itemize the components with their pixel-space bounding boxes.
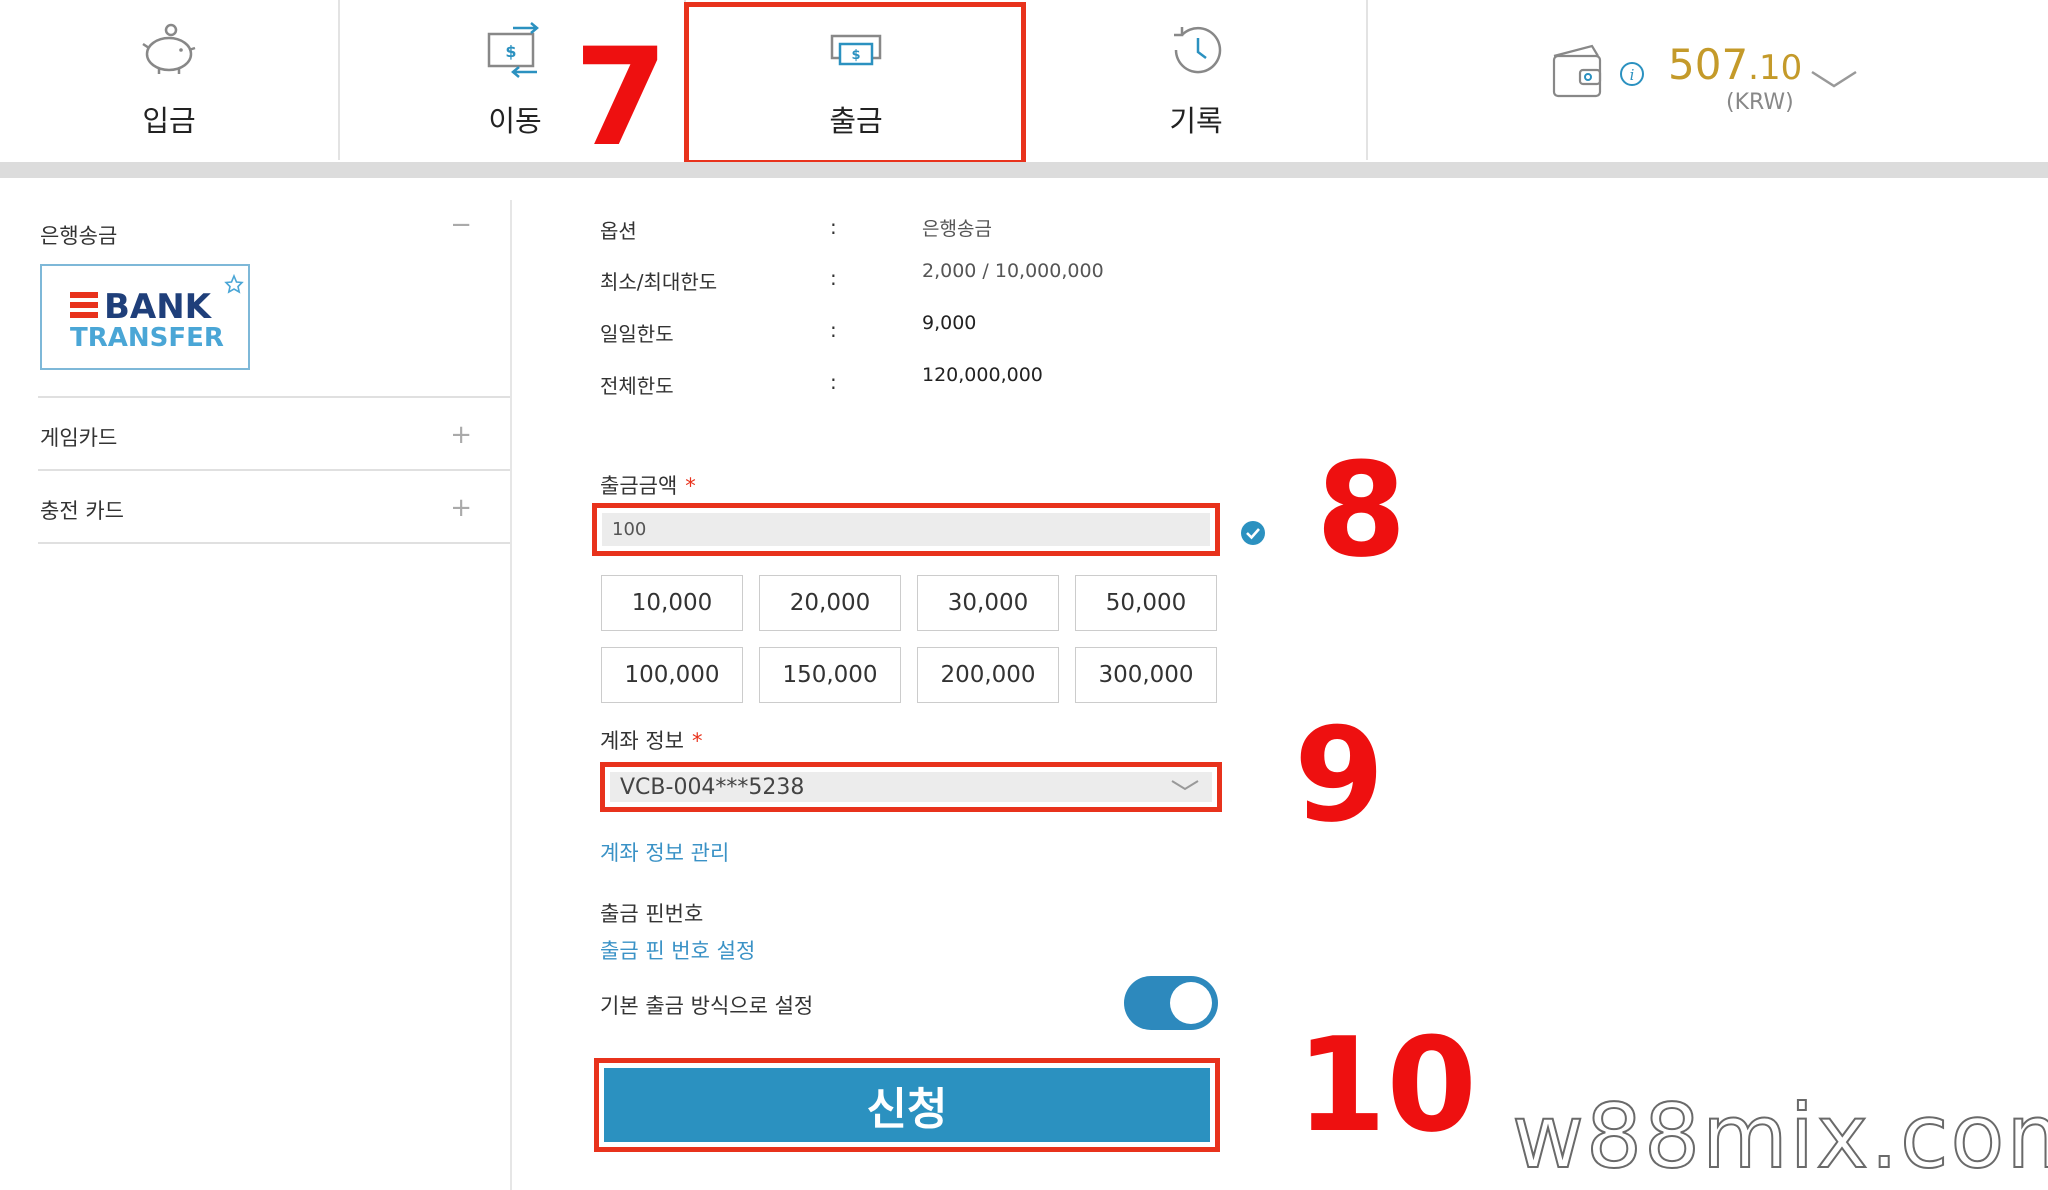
chevron-down-icon [1171,780,1199,791]
tab-history-label: 기록 [1169,104,1223,138]
required-marker: * [691,729,703,753]
watermark: w88mix.com [1511,1084,2048,1189]
info-label-daily-limit: 일일한도 [600,322,674,346]
collapse-icon[interactable]: − [450,210,472,240]
quick-amount-button[interactable]: 10,000 [601,575,743,631]
submit-highlight: 신청 [594,1058,1220,1152]
info-value-option: 은행송금 [922,218,992,240]
sidebar-item-label: 충전 카드 [40,499,124,523]
expand-icon[interactable]: + [450,420,472,450]
submit-button[interactable]: 신청 [604,1068,1210,1142]
sidebar-divider [510,200,512,1190]
header-divider [0,162,2048,178]
payment-method-sidebar: 은행송금 − BANK TRANSFER 게임카드 + 충전 카드 + [38,200,510,544]
step-annotation-10: 10 [1296,1009,1477,1161]
toggle-knob [1170,982,1212,1024]
info-colon: : [830,370,837,394]
info-colon: : [830,215,837,239]
expand-icon[interactable]: + [450,493,472,523]
wallet-area[interactable]: i [1550,40,1680,110]
check-circle-icon [1241,521,1265,545]
sidebar-item-game-card[interactable]: 게임카드 + [38,398,510,471]
info-value-total-limit: 120,000,000 [922,364,1043,386]
quick-amount-button[interactable]: 200,000 [917,647,1059,703]
quick-amount-button[interactable]: 300,000 [1075,647,1217,703]
manage-account-link[interactable]: 계좌 정보 관리 [600,837,729,867]
info-colon: : [830,318,837,342]
required-marker: * [685,474,696,498]
sidebar-item-label: 게임카드 [40,426,118,450]
logo-text-transfer: TRANSFER [70,323,224,353]
account-selected-value: VCB-004***5238 [620,774,805,800]
quick-amount-button[interactable]: 150,000 [759,647,901,703]
svg-text:i: i [1630,66,1635,84]
quick-amount-button[interactable]: 50,000 [1075,575,1217,631]
balance-currency: (KRW) [1726,90,1794,115]
info-label-total-limit: 전체한도 [600,374,674,398]
logo-text-bank: BANK [104,287,213,327]
quick-amount-button[interactable]: 100,000 [601,647,743,703]
history-clock-icon [1166,20,1226,80]
tab-history[interactable]: 기록 [1026,0,1368,160]
balance-amount: 507.10 [1668,40,1803,89]
amount-field-highlight [592,503,1220,556]
tab-transfer-label: 이동 [488,104,542,138]
piggy-bank-icon [139,20,199,80]
amount-label: 출금금액 * [600,474,696,498]
info-colon: : [830,266,837,290]
withdraw-amount-input[interactable] [602,513,1210,546]
default-method-label: 기본 출금 방식으로 설정 [600,994,814,1018]
tab-deposit-label: 입금 [142,104,196,138]
withdraw-tab-highlight [684,2,1026,165]
pin-label: 출금 핀번호 [600,902,704,926]
wallet-icon: i [1552,44,1644,98]
info-label-min-max: 최소/최대한도 [600,270,718,294]
info-label-option: 옵션 [600,219,637,243]
account-select[interactable]: VCB-004***5238 [610,772,1212,802]
chevron-down-icon[interactable] [1810,68,1858,90]
step-annotation-8: 8 [1316,434,1407,586]
svg-text:$: $ [505,42,516,61]
sidebar-item-label: 은행송금 [40,224,118,248]
info-value-min-max: 2,000 / 10,000,000 [922,260,1104,282]
account-field-highlight: VCB-004***5238 [600,762,1222,812]
set-pin-link[interactable]: 출금 핀 번호 설정 [600,935,755,965]
balance-decimal: .10 [1748,48,1803,88]
favorite-star-icon [224,273,244,294]
quick-amount-button[interactable]: 30,000 [917,575,1059,631]
quick-amount-button[interactable]: 20,000 [759,575,901,631]
account-label: 계좌 정보 * [600,729,703,753]
sidebar-item-bank-transfer[interactable]: 은행송금 − BANK TRANSFER [38,200,510,398]
default-method-toggle[interactable] [1124,976,1218,1030]
tab-deposit[interactable]: 입금 [0,0,340,160]
step-annotation-9: 9 [1294,699,1385,851]
info-value-daily-limit: 9,000 [922,312,977,334]
transfer-icon: $ [485,20,545,80]
step-annotation-7: 7 [574,19,668,176]
bank-transfer-logo[interactable]: BANK TRANSFER [40,264,250,370]
sidebar-item-charge-card[interactable]: 충전 카드 + [38,471,510,544]
